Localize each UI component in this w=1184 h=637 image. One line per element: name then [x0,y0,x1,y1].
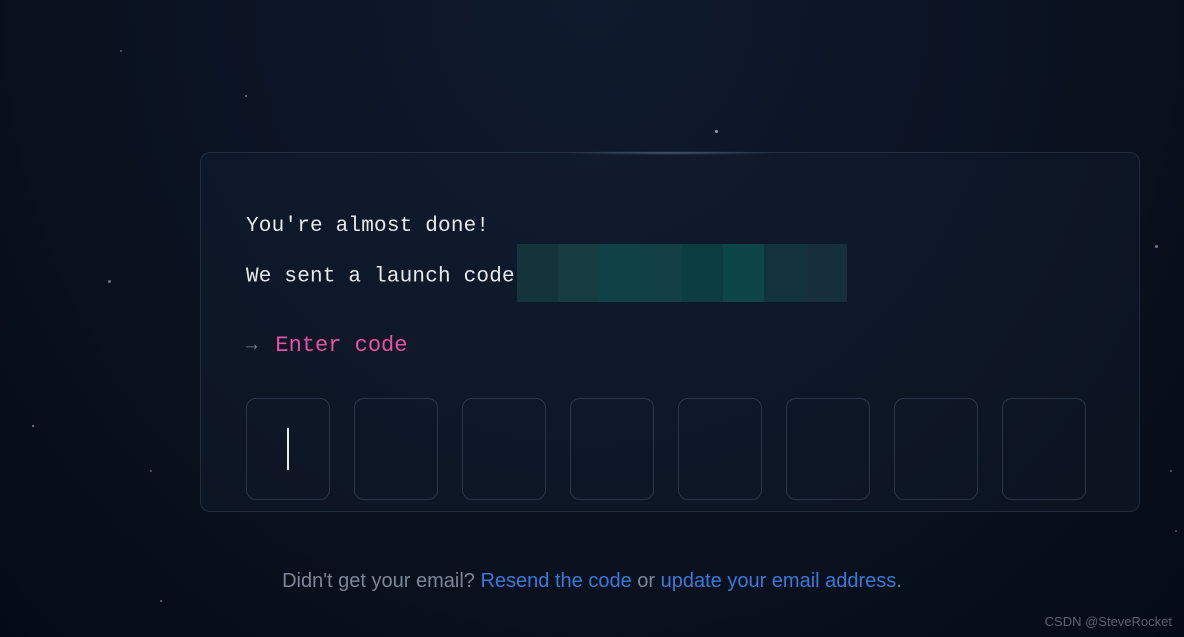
heading-line-2: We sent a launch code [246,247,1094,305]
code-digit-5[interactable] [678,398,762,500]
watermark-text: CSDN @SteveRocket [1045,614,1172,629]
star-decoration [108,280,111,283]
footer-prefix: Didn't get your email? [282,570,480,592]
resend-code-link[interactable]: Resend the code [480,570,631,592]
footer-help-text: Didn't get your email? Resend the code o… [0,570,1184,593]
code-digit-4[interactable] [570,398,654,500]
redacted-email [517,244,847,302]
star-decoration [160,600,162,602]
star-decoration [150,470,152,472]
code-digit-7[interactable] [894,398,978,500]
code-digit-6[interactable] [786,398,870,500]
update-email-link[interactable]: update your email address [661,570,897,592]
star-decoration [1175,530,1177,532]
prompt-row: → Enter code [246,333,1094,358]
footer-suffix: . [896,570,902,592]
heading-line-2-prefix: We sent a launch code [246,265,515,288]
heading-line-1: You're almost done! [246,208,1094,247]
star-decoration [715,130,718,133]
code-digit-2[interactable] [354,398,438,500]
code-input-row [246,398,1094,500]
verification-card: You're almost done! We sent a launch cod… [200,152,1140,512]
footer-middle: or [632,570,661,592]
enter-code-label: Enter code [275,333,407,358]
code-digit-3[interactable] [462,398,546,500]
star-decoration [245,95,247,97]
code-digit-1[interactable] [246,398,330,500]
star-decoration [120,50,122,52]
star-decoration [1170,470,1172,472]
star-decoration [32,425,34,427]
text-cursor [287,428,289,470]
code-digit-8[interactable] [1002,398,1086,500]
star-decoration [1155,245,1158,248]
arrow-right-icon: → [246,334,257,356]
